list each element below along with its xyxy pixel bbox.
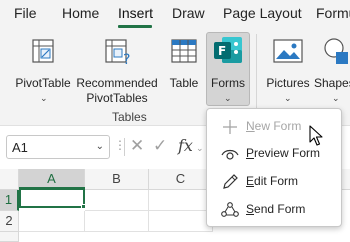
row-header-2[interactable]: 2 (0, 211, 19, 232)
chevron-down-icon: ⌄ (224, 93, 232, 103)
shapes-icon (324, 38, 348, 64)
forms-button-content[interactable]: F Forms ⌄ (206, 34, 250, 106)
tables-group-label: Tables (112, 110, 147, 124)
enter-icon[interactable]: ✓ (153, 136, 167, 156)
menu-file[interactable]: File (14, 5, 37, 21)
recommended-label-line1: Recommended (76, 76, 158, 90)
chevron-down-icon[interactable]: ⌄ (96, 141, 104, 152)
name-box-value: A1 (12, 140, 28, 155)
plus-icon (223, 120, 237, 134)
cell-a2[interactable] (19, 211, 85, 232)
chevron-down-icon: ⌄ (332, 93, 340, 103)
pivottable-icon (32, 39, 54, 63)
table-label: Table (169, 76, 199, 90)
column-header-c[interactable]: C (149, 169, 213, 190)
chevron-down-icon: ⌄ (284, 93, 292, 103)
menu-bar: File Home Insert Draw Page Layout Formu (0, 0, 350, 28)
chevron-down-icon[interactable]: ⌄ (196, 143, 204, 154)
forms-label: Forms (211, 76, 245, 90)
active-cell-a1[interactable] (19, 187, 85, 208)
pencil-icon (223, 174, 238, 189)
pictures-label: Pictures (266, 76, 310, 90)
chevron-down-icon: ⌄ (40, 93, 48, 103)
menu-item-send-form[interactable]: Send Form (208, 196, 341, 223)
fill-handle[interactable] (81, 204, 86, 209)
preview-form-label: review Form (254, 146, 321, 160)
pictures-icon (273, 39, 303, 63)
new-form-label: ew Form (254, 119, 302, 133)
select-all-corner[interactable] (0, 169, 19, 190)
cell-b2[interactable] (85, 211, 149, 232)
menu-home[interactable]: Home (62, 5, 99, 21)
cancel-icon[interactable]: ✕ (130, 136, 144, 156)
formula-separator (124, 138, 125, 156)
row-header-1[interactable]: 1 (0, 190, 19, 211)
pivottable-label: PivotTable (15, 76, 71, 90)
edit-form-access-key: E (246, 174, 255, 188)
table-button[interactable]: Table (166, 34, 202, 106)
column-header-b[interactable]: B (85, 169, 149, 190)
pictures-button[interactable]: Pictures ⌄ (264, 34, 312, 106)
recommended-pivottables-icon: ? (105, 39, 130, 66)
menu-draw[interactable]: Draw (172, 5, 205, 21)
group-separator (256, 34, 257, 118)
cell-c2[interactable] (149, 211, 213, 232)
menu-formulas[interactable]: Formu (316, 5, 350, 21)
cell-b1[interactable] (85, 190, 149, 211)
shapes-button[interactable]: Shapes ⌄ (314, 34, 350, 106)
new-form-access-key: N (246, 119, 255, 133)
menu-item-edit-form[interactable]: Edit Form (208, 168, 341, 195)
menu-page-layout[interactable]: Page Layout (223, 5, 302, 21)
recommended-pivottables-button[interactable]: ? Recommended PivotTables (76, 34, 158, 106)
cell-c1[interactable] (149, 190, 213, 211)
send-form-access-key: S (246, 202, 255, 216)
share-people-icon (221, 202, 239, 217)
menu-insert[interactable]: Insert (118, 5, 153, 21)
svg-text:?: ? (123, 52, 130, 66)
send-form-label: end Form (254, 202, 306, 216)
recommended-label-line2: PivotTables (86, 91, 148, 105)
table-icon (171, 39, 197, 63)
forms-app-icon: F (214, 37, 242, 63)
row-header-3[interactable] (0, 232, 19, 242)
name-box[interactable]: A1 ⌄ (6, 135, 110, 159)
edit-form-label: dit Form (254, 174, 299, 188)
pivottable-button[interactable]: PivotTable ⌄ (12, 34, 74, 106)
insert-function-button[interactable]: fx (178, 136, 193, 155)
mouse-cursor-icon (309, 125, 323, 146)
shapes-label: Shapes (314, 76, 350, 90)
preview-form-access-key: P (246, 146, 255, 160)
svg-text:F: F (218, 44, 226, 58)
eye-icon (221, 149, 239, 160)
